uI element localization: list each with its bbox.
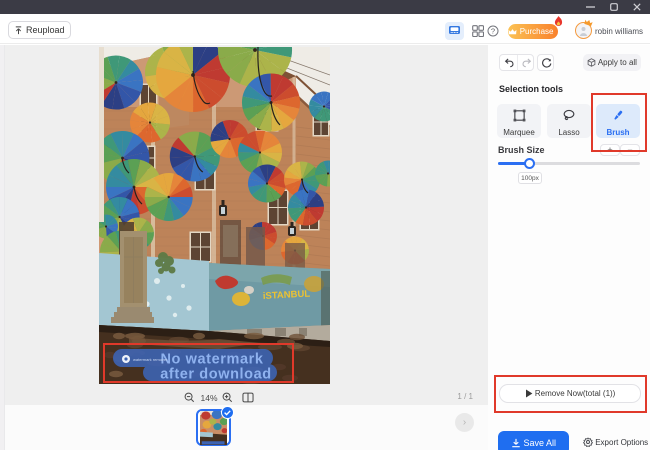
svg-text:?: ? <box>491 27 495 36</box>
